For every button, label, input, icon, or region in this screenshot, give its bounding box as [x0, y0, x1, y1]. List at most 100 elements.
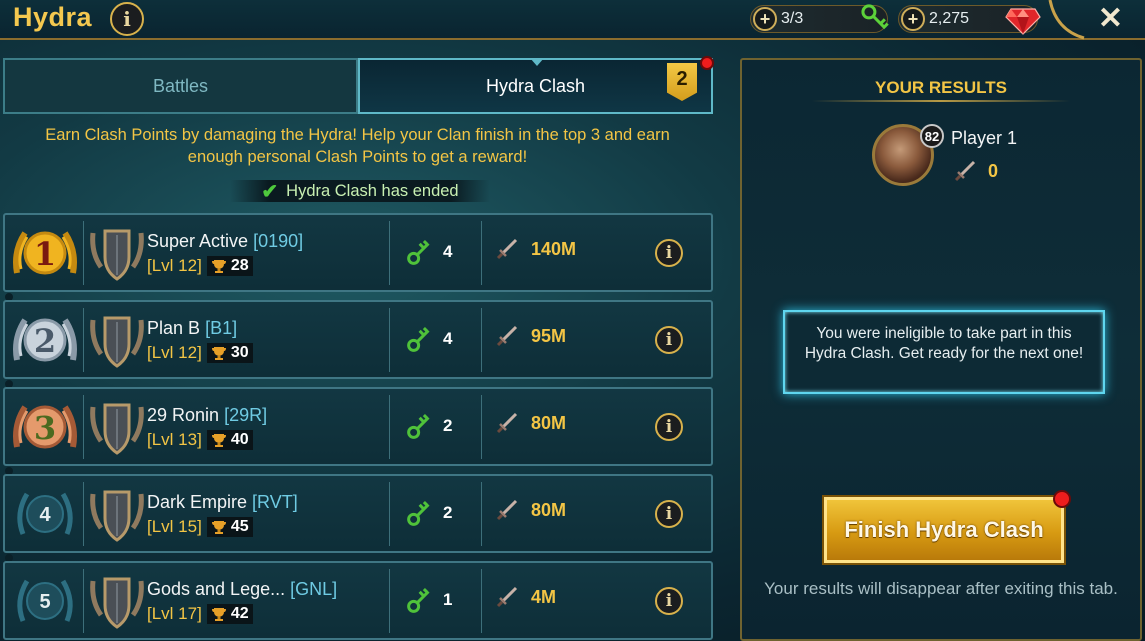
clan-tag: [B1] [205, 318, 238, 338]
divider [389, 221, 390, 285]
clan-damage: 4M [495, 585, 556, 609]
clan-keys: 2 [405, 498, 452, 528]
sword-icon [954, 160, 976, 182]
clan-name-text: Gods and Lege... [147, 579, 286, 599]
tab-bar: Battles Hydra Clash 2 [3, 56, 714, 114]
sword-icon [496, 238, 518, 260]
tab-battles-label: Battles [152, 75, 209, 96]
key-icon [861, 4, 889, 30]
trophy-count: 30 [206, 343, 253, 363]
divider [481, 221, 482, 285]
finish-hydra-clash-button[interactable]: Finish Hydra Clash [824, 490, 1071, 563]
clan-tag: [RVT] [252, 492, 298, 512]
clan-row[interactable]: 5 Gods and Lege... [GNL] [Lvl 17] 42 1 4… [3, 561, 713, 640]
rank-badge: 3 [9, 397, 81, 459]
divider [389, 569, 390, 633]
trophy-value: 28 [230, 257, 249, 274]
clan-row[interactable]: 1 Super Active [0190] [Lvl 12] 28 4 140M… [3, 213, 713, 301]
clan-tag: [0190] [253, 231, 304, 251]
add-gems-button[interactable]: + [901, 7, 925, 31]
gems-count: 2,275 [929, 10, 970, 27]
divider [83, 395, 84, 459]
clan-level: [Lvl 13] 40 [147, 430, 253, 450]
page-title: Hydra [13, 2, 93, 32]
divider [83, 569, 84, 633]
sword-icon [496, 499, 518, 521]
player-name: Player 1 [951, 128, 1018, 148]
rank-medal-icon: 2 [13, 318, 77, 362]
info-icon[interactable]: i [110, 2, 144, 36]
divider [83, 308, 84, 372]
damage-value: 80M [531, 412, 567, 433]
clan-damage: 80M [495, 498, 566, 522]
rank-number: 5 [39, 591, 50, 613]
info-icon[interactable]: i [655, 326, 683, 354]
trophy-value: 30 [230, 344, 249, 361]
key-icon [407, 500, 430, 526]
divider [481, 308, 482, 372]
keys-value: 2 [443, 416, 453, 435]
divider [389, 308, 390, 372]
player-points-value: 0 [988, 160, 999, 181]
status-text: Hydra Clash has ended [286, 181, 459, 200]
info-icon[interactable]: i [655, 587, 683, 615]
clan-crest-icon [90, 316, 144, 368]
damage-value: 140M [531, 238, 577, 259]
divider [481, 569, 482, 633]
clan-crest-icon [90, 490, 144, 542]
tab-badge: 2 [667, 63, 697, 101]
info-icon[interactable]: i [655, 413, 683, 441]
clan-level-text: [Lvl 15] [147, 517, 202, 536]
info-icon[interactable]: i [655, 239, 683, 267]
ineligible-notice: You were ineligible to take part in this… [783, 310, 1105, 394]
clan-level-text: [Lvl 17] [147, 604, 202, 623]
key-icon [407, 239, 430, 265]
clan-row[interactable]: 2 Plan B [B1] [Lvl 12] 30 4 95M i [3, 300, 713, 388]
rank-number: 2 [34, 322, 56, 360]
tab-hydra-clash[interactable]: Hydra Clash 2 [358, 56, 714, 114]
trophy-icon [211, 260, 226, 273]
clan-name: 29 Ronin [29R] [147, 405, 267, 426]
clan-name: Plan B [B1] [147, 318, 237, 339]
clan-tag: [29R] [224, 405, 268, 425]
title-underline [812, 100, 1070, 102]
clan-name: Gods and Lege... [GNL] [147, 579, 337, 600]
clan-level-text: [Lvl 12] [147, 343, 202, 362]
rank-medal-icon: 3 [13, 405, 77, 449]
results-footer-text: Your results will disappear after exitin… [764, 579, 1118, 598]
keys-resource: + 3/3 [750, 4, 889, 33]
key-icon [407, 587, 430, 613]
check-icon: ✔ [261, 180, 279, 203]
damage-value: 95M [531, 325, 567, 346]
clan-keys: 4 [405, 324, 452, 354]
trophy-count: 40 [206, 430, 253, 450]
clan-row[interactable]: 4 Dark Empire [RVT] [Lvl 15] 45 2 80M i [3, 474, 713, 562]
tab-battles[interactable]: Battles [3, 58, 358, 114]
key-icon [407, 326, 430, 352]
clan-crest-icon [90, 229, 144, 281]
trophy-count: 42 [206, 604, 253, 624]
close-button[interactable]: ✕ [1098, 1, 1123, 36]
clan-level: [Lvl 15] 45 [147, 517, 253, 537]
trophy-icon [211, 347, 226, 360]
clan-damage: 140M [495, 237, 576, 261]
trophy-count: 28 [206, 256, 253, 276]
player-level-badge: 82 [920, 124, 944, 148]
info-icon[interactable]: i [655, 500, 683, 528]
clan-damage: 95M [495, 324, 566, 348]
divider [389, 482, 390, 546]
divider [481, 482, 482, 546]
rank-medal-icon: 1 [13, 231, 77, 275]
trophy-icon [211, 521, 226, 534]
clan-row[interactable]: 3 29 Ronin [29R] [Lvl 13] 40 2 80M i [3, 387, 713, 475]
rank-number: 1 [34, 235, 56, 273]
keys-value: 1 [443, 590, 453, 609]
gems-resource: + 2,275 [898, 5, 1041, 35]
rank-wreath-icon: 5 [17, 579, 73, 622]
keys-value: 4 [443, 242, 453, 261]
add-keys-button[interactable]: + [753, 7, 777, 31]
trophy-icon [211, 434, 226, 447]
finish-button-label: Finish Hydra Clash [844, 517, 1044, 542]
clan-crest-icon [90, 403, 144, 455]
clan-level-text: [Lvl 13] [147, 430, 202, 449]
